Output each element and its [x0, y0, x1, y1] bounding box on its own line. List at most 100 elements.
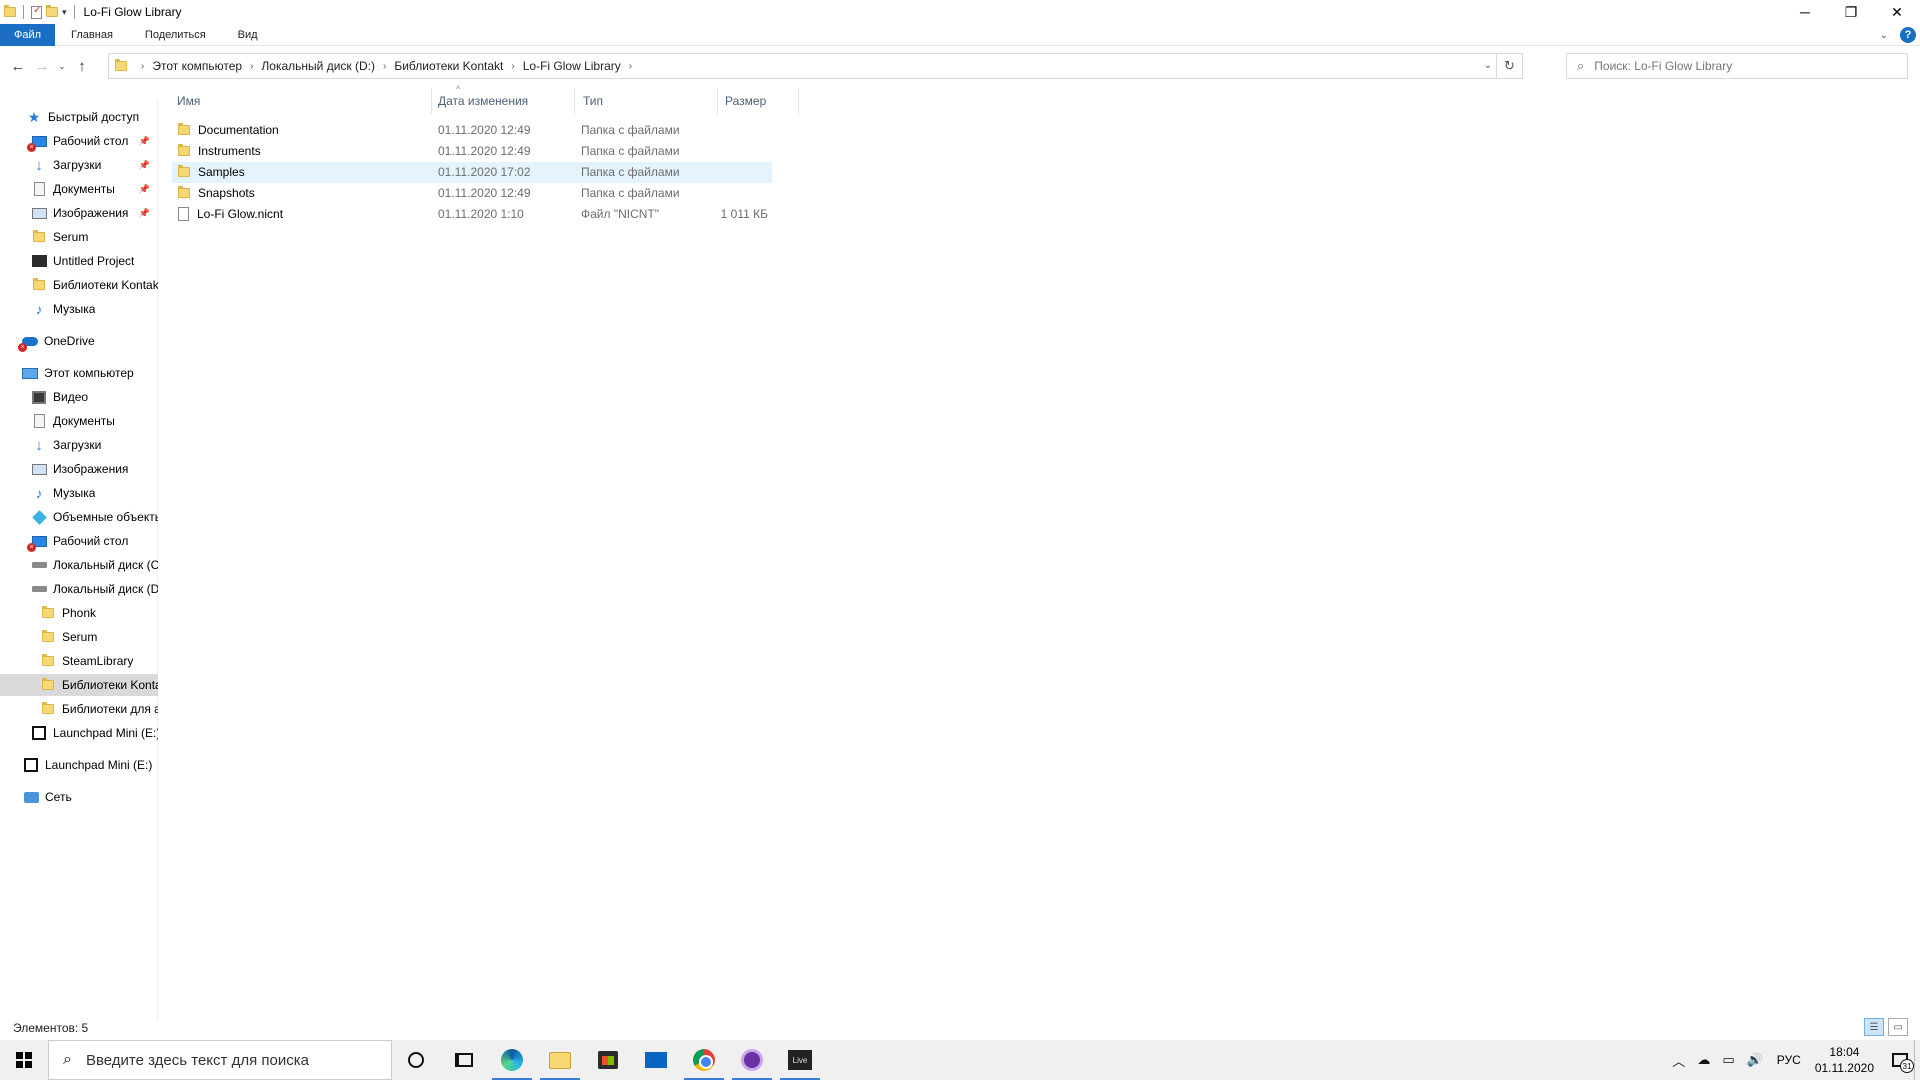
chevron-right-icon[interactable]: ›: [629, 61, 632, 72]
address-history-icon[interactable]: ⌄: [1484, 60, 1492, 71]
address-bar[interactable]: › Этот компьютер › Локальный диск (D:) ›…: [108, 53, 1523, 79]
mail-icon[interactable]: [632, 1040, 680, 1080]
chevron-right-icon[interactable]: ›: [511, 61, 514, 72]
search-input[interactable]: [1594, 59, 1885, 73]
sidebar-item-downloads-pc[interactable]: ↓ Загрузки: [0, 434, 158, 456]
sidebar-item-serum[interactable]: Serum: [0, 226, 158, 248]
expand-ribbon-icon[interactable]: ⌄: [1880, 30, 1888, 41]
sidebar-item-documents-pc[interactable]: Документы: [0, 410, 158, 432]
sidebar-item-steamlibrary[interactable]: SteamLibrary: [0, 650, 158, 672]
pictures-icon: [31, 205, 47, 221]
sidebar-item-quick-access[interactable]: ★ Быстрый доступ: [0, 106, 158, 128]
sidebar-item-disk-d[interactable]: Локальный диск (D:): [0, 578, 158, 600]
chevron-right-icon[interactable]: ›: [383, 61, 386, 72]
breadcrumb-kontakt[interactable]: Библиотеки Kontakt: [394, 59, 503, 73]
taskbar-search[interactable]: ⌕ Введите здесь текст для поиска: [48, 1040, 392, 1080]
tab-file[interactable]: Файл: [0, 23, 56, 46]
clock[interactable]: 18:04 01.11.2020: [1815, 1044, 1874, 1076]
sidebar-item-onedrive[interactable]: × OneDrive: [0, 330, 158, 352]
properties-icon[interactable]: [31, 5, 42, 19]
pin-icon[interactable]: 📌: [139, 160, 150, 171]
sidebar-item-downloads[interactable]: ↓ Загрузки 📌: [0, 154, 158, 176]
large-icons-view-button[interactable]: ▭: [1888, 1018, 1908, 1036]
sidebar-item-launchpad-pc[interactable]: Launchpad Mini (E:): [0, 722, 158, 744]
ableton-live-icon[interactable]: Live: [776, 1040, 824, 1080]
forward-button[interactable]: →: [30, 54, 54, 78]
refresh-button[interactable]: ↻: [1496, 54, 1522, 78]
file-row-snapshots[interactable]: Snapshots 01.11.2020 12:49 Папка с файла…: [172, 183, 772, 204]
new-folder-icon[interactable]: [46, 5, 58, 17]
file-explorer-icon[interactable]: [536, 1040, 584, 1080]
sidebar-item-serum-d[interactable]: Serum: [0, 626, 158, 648]
tor-icon[interactable]: [728, 1040, 776, 1080]
tab-share[interactable]: Поделиться: [129, 24, 222, 46]
back-button[interactable]: ←: [6, 54, 30, 78]
minimize-button[interactable]: ─: [1782, 0, 1828, 24]
chrome-icon[interactable]: [680, 1040, 728, 1080]
file-icon: [178, 207, 189, 221]
sidebar-item-videos[interactable]: Видео: [0, 386, 158, 408]
sidebar-item-network[interactable]: Сеть: [0, 786, 158, 808]
column-header-date[interactable]: Дата изменения: [432, 88, 575, 114]
search-box[interactable]: ⌕: [1566, 53, 1908, 79]
sidebar-item-kontakt[interactable]: Библиотеки Kontakt: [0, 274, 158, 296]
file-name: Snapshots: [198, 186, 255, 200]
sidebar-item-libraries-for[interactable]: Библиотеки для а: [0, 698, 158, 720]
tab-view[interactable]: Вид: [222, 24, 274, 46]
file-row-nicnt[interactable]: Lo-Fi Glow.nicnt 01.11.2020 1:10 Файл "N…: [172, 204, 772, 225]
breadcrumb-current[interactable]: Lo-Fi Glow Library: [523, 59, 621, 73]
sidebar-item-music[interactable]: ♪ Музыка: [0, 298, 158, 320]
edge-icon[interactable]: [488, 1040, 536, 1080]
store-icon[interactable]: [584, 1040, 632, 1080]
chevron-up-icon[interactable]: ︿: [1672, 1051, 1685, 1070]
pin-icon[interactable]: 📌: [139, 208, 150, 219]
language-indicator[interactable]: РУС: [1777, 1053, 1801, 1067]
sidebar-item-launchpad[interactable]: Launchpad Mini (E:): [0, 754, 158, 776]
file-row-documentation[interactable]: Documentation 01.11.2020 12:49 Папка с ф…: [172, 120, 772, 141]
close-button[interactable]: ✕: [1874, 0, 1920, 24]
sidebar-item-documents[interactable]: Документы 📌: [0, 178, 158, 200]
pin-icon[interactable]: 📌: [139, 136, 150, 147]
file-row-samples[interactable]: Samples 01.11.2020 17:02 Папка с файлами: [172, 162, 772, 183]
column-header-size[interactable]: Размер: [718, 88, 799, 114]
start-button[interactable]: [0, 1040, 48, 1080]
item-count: Элементов: 5: [13, 1021, 89, 1035]
cortana-icon[interactable]: [392, 1040, 440, 1080]
ableton-live-label: Live: [788, 1050, 812, 1070]
network-tray-icon[interactable]: ▭: [1722, 1052, 1734, 1068]
status-bar: Элементов: 5 ☰ ▭: [0, 1017, 1920, 1039]
sidebar-item-this-pc[interactable]: Этот компьютер: [0, 362, 158, 384]
column-header-name[interactable]: Имя: [160, 88, 432, 114]
sidebar-item-kontakt-d[interactable]: Библиотеки Kontakt: [0, 674, 158, 696]
chevron-right-icon[interactable]: ›: [141, 61, 144, 72]
sidebar-item-music-pc[interactable]: ♪ Музыка: [0, 482, 158, 504]
file-row-instruments[interactable]: Instruments 01.11.2020 12:49 Папка с фай…: [172, 141, 772, 162]
up-button[interactable]: ↑: [70, 54, 94, 78]
pin-icon[interactable]: 📌: [139, 184, 150, 195]
sidebar-item-phonk[interactable]: Phonk: [0, 602, 158, 624]
tab-home[interactable]: Главная: [55, 24, 129, 46]
onedrive-tray-icon[interactable]: ☁: [1697, 1052, 1710, 1068]
recent-locations-button[interactable]: ⌄: [54, 54, 70, 78]
sidebar-item-disk-c[interactable]: Локальный диск (C:): [0, 554, 158, 576]
sidebar-item-desktop-pc[interactable]: × Рабочий стол: [0, 530, 158, 552]
maximize-button[interactable]: ❐: [1828, 0, 1874, 24]
show-desktop-button[interactable]: [1914, 1040, 1920, 1080]
folder-icon: [4, 5, 16, 17]
breadcrumb-this-pc[interactable]: Этот компьютер: [152, 59, 242, 73]
chevron-right-icon[interactable]: ›: [250, 61, 253, 72]
sidebar-item-desktop[interactable]: × Рабочий стол 📌: [0, 130, 158, 152]
details-view-button[interactable]: ☰: [1864, 1018, 1884, 1036]
volume-icon[interactable]: 🔊: [1747, 1052, 1763, 1068]
sidebar-item-pictures-pc[interactable]: Изображения: [0, 458, 158, 480]
customize-toolbar-icon[interactable]: ▾: [62, 7, 67, 18]
task-view-icon[interactable]: [440, 1040, 488, 1080]
sidebar-item-untitled-project[interactable]: Untitled Project: [0, 250, 158, 272]
sidebar-item-pictures[interactable]: Изображения 📌: [0, 202, 158, 224]
column-header-type[interactable]: Тип: [575, 88, 718, 114]
breadcrumb-disk-d[interactable]: Локальный диск (D:): [261, 59, 375, 73]
file-type: Папка с файлами: [581, 123, 680, 137]
notification-center-icon[interactable]: 31: [1886, 1040, 1914, 1080]
sidebar-item-3d-objects[interactable]: Объемные объекты: [0, 506, 158, 528]
help-icon[interactable]: ?: [1900, 27, 1916, 43]
